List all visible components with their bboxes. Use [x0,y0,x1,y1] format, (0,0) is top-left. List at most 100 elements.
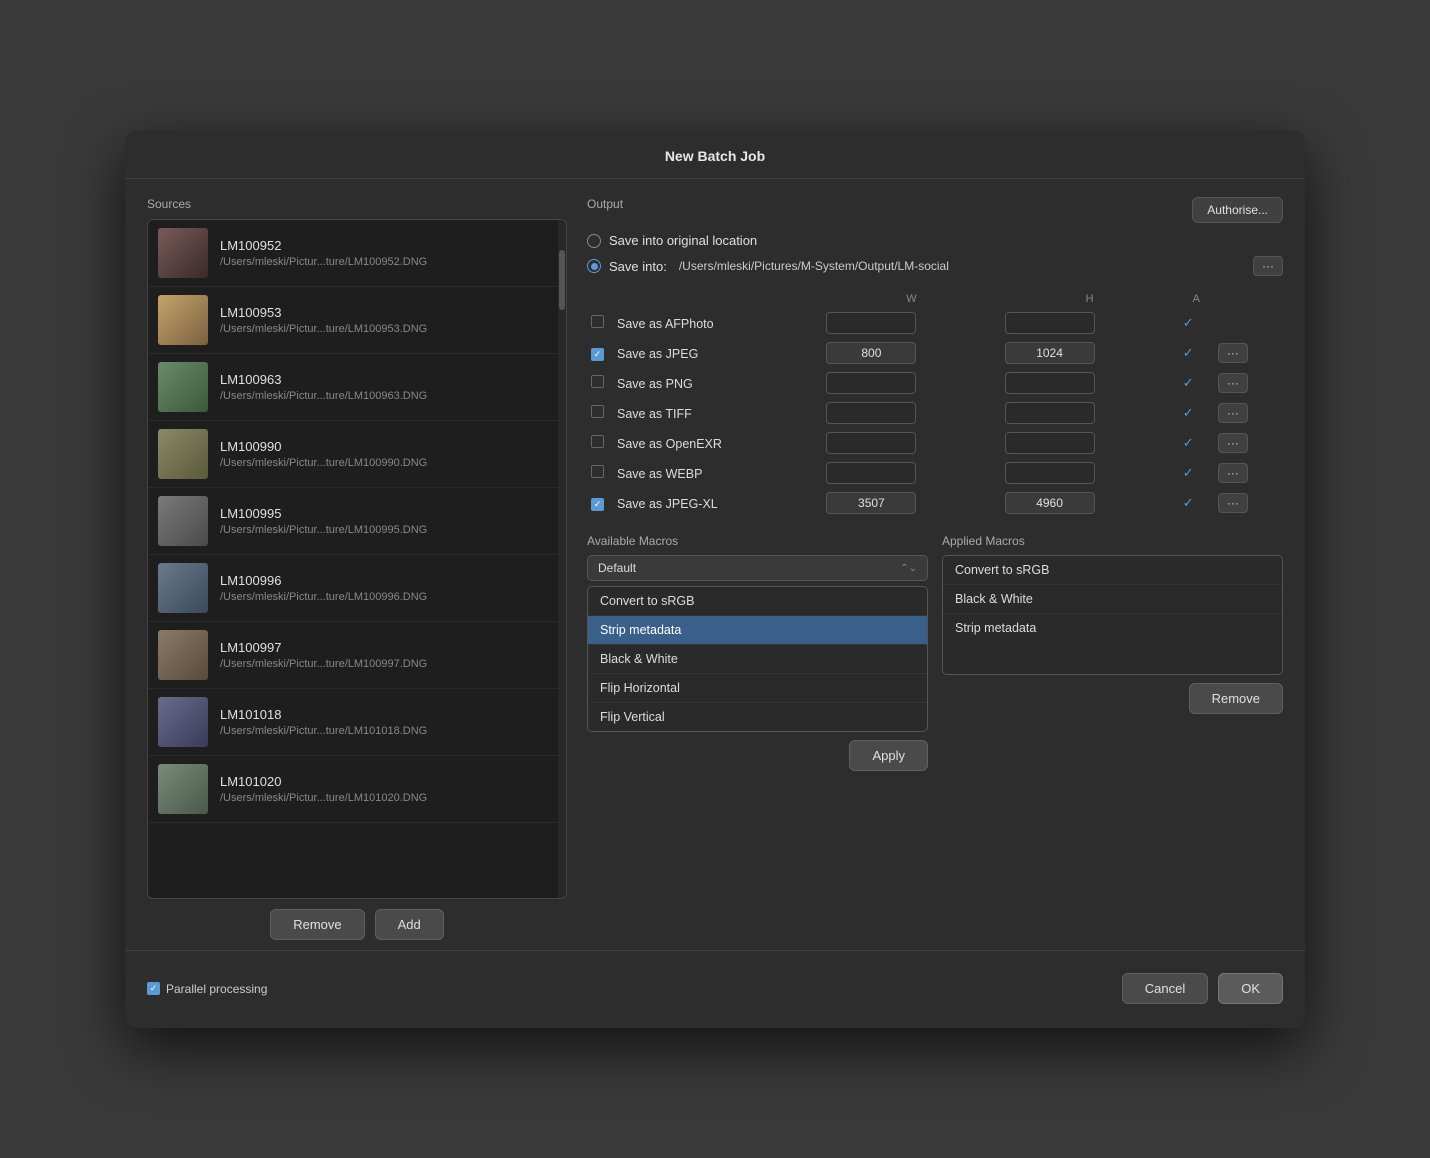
format-options-button[interactable]: ··· [1218,373,1248,393]
source-item[interactable]: LM100952 /Users/mleski/Pictur...ture/LM1… [148,220,566,287]
format-height-input[interactable] [1005,462,1095,484]
source-name: LM100952 [220,238,556,253]
format-width-input[interactable] [826,372,916,394]
source-info: LM100997 /Users/mleski/Pictur...ture/LM1… [220,640,556,670]
source-path: /Users/mleski/Pictur...ture/LM101020.DNG [220,792,556,804]
sources-add-button[interactable]: Add [375,909,444,940]
parallel-processing-checkbox[interactable] [147,982,160,995]
format-checkbox[interactable] [591,348,604,361]
source-path: /Users/mleski/Pictur...ture/LM100953.DNG [220,323,556,335]
source-item[interactable]: LM100996 /Users/mleski/Pictur...ture/LM1… [148,555,566,622]
format-options-button[interactable]: ··· [1218,343,1248,363]
format-width-input[interactable] [826,342,916,364]
save-into-label: Save into: [609,259,667,274]
format-aspect-check[interactable]: ✓ [1183,435,1194,450]
format-checkbox[interactable] [591,498,604,511]
source-item[interactable]: LM100963 /Users/mleski/Pictur...ture/LM1… [148,354,566,421]
format-height-input[interactable] [1005,492,1095,514]
source-info: LM100996 /Users/mleski/Pictur...ture/LM1… [220,573,556,603]
applied-macros-panel: Applied Macros Convert to sRGBBlack & Wh… [942,534,1283,771]
apply-macro-button[interactable]: Apply [849,740,928,771]
format-width-input[interactable] [826,492,916,514]
save-original-radio[interactable] [587,234,601,248]
format-width-input[interactable] [826,432,916,454]
format-options-button[interactable]: ··· [1218,433,1248,453]
sources-list[interactable]: LM100952 /Users/mleski/Pictur...ture/LM1… [147,219,567,899]
available-macro-item[interactable]: Strip metadata [588,616,927,645]
format-height-input[interactable] [1005,342,1095,364]
sources-panel: Sources LM100952 /Users/mleski/Pictur...… [147,197,567,940]
parallel-processing-row[interactable]: Parallel processing [147,982,267,996]
format-aspect-check[interactable]: ✓ [1183,495,1194,510]
format-height-input[interactable] [1005,432,1095,454]
dialog-new-batch-job: New Batch Job Sources LM100952 /Users/ml… [125,130,1305,1028]
format-label: Save as TIFF [612,407,692,421]
format-height-input[interactable] [1005,372,1095,394]
source-item[interactable]: LM101020 /Users/mleski/Pictur...ture/LM1… [148,756,566,823]
save-into-row[interactable]: Save into: /Users/mleski/Pictures/M-Syst… [587,256,1283,276]
cancel-button[interactable]: Cancel [1122,973,1208,1004]
col-w-header: W [822,290,1000,308]
bottom-buttons: Cancel OK [1122,973,1283,1004]
format-aspect-check[interactable]: ✓ [1183,465,1194,480]
format-height-input[interactable] [1005,312,1095,334]
source-name: LM101020 [220,774,556,789]
format-aspect-check[interactable]: ✓ [1183,315,1194,330]
format-options-button[interactable]: ··· [1218,463,1248,483]
source-thumbnail [158,362,208,412]
format-width-input[interactable] [826,402,916,424]
format-options-button[interactable]: ··· [1218,493,1248,513]
source-info: LM100990 /Users/mleski/Pictur...ture/LM1… [220,439,556,469]
format-label: Save as OpenEXR [612,437,722,451]
applied-macro-item[interactable]: Strip metadata [943,614,1282,642]
save-path-button[interactable]: ··· [1253,256,1283,276]
format-aspect-check[interactable]: ✓ [1183,405,1194,420]
available-macro-item[interactable]: Black & White [588,645,927,674]
save-original-row[interactable]: Save into original location [587,233,1283,248]
source-item[interactable]: LM101018 /Users/mleski/Pictur...ture/LM1… [148,689,566,756]
available-macro-item[interactable]: Convert to sRGB [588,587,927,616]
authorise-button[interactable]: Authorise... [1192,197,1283,223]
format-label: Save as AFPhoto [612,317,714,331]
format-label: Save as JPEG-XL [612,497,718,511]
source-path: /Users/mleski/Pictur...ture/LM100952.DNG [220,256,556,268]
col-a-header: A [1179,290,1214,308]
format-checkbox[interactable] [591,405,604,418]
save-location-group: Save into original location Save into: /… [587,233,1283,276]
format-width-input[interactable] [826,312,916,334]
chevron-down-icon: ⌃⌄ [900,563,917,574]
save-path-text: /Users/mleski/Pictures/M-System/Output/L… [679,259,1245,273]
macros-dropdown[interactable]: Default ⌃⌄ [587,555,928,581]
format-label: Save as WEBP [612,467,702,481]
output-panel: Output Authorise... Save into original l… [587,197,1283,940]
available-macro-item[interactable]: Flip Vertical [588,703,927,731]
format-checkbox[interactable] [591,465,604,478]
available-macro-item[interactable]: Flip Horizontal [588,674,927,703]
format-options-button[interactable]: ··· [1218,403,1248,423]
format-row: Save as WEBP ✓ ··· [587,458,1283,488]
applied-macro-item[interactable]: Black & White [943,585,1282,614]
source-item[interactable]: LM100995 /Users/mleski/Pictur...ture/LM1… [148,488,566,555]
format-checkbox[interactable] [591,315,604,328]
sources-remove-button[interactable]: Remove [270,909,364,940]
source-name: LM100995 [220,506,556,521]
source-info: LM101020 /Users/mleski/Pictur...ture/LM1… [220,774,556,804]
remove-macro-button[interactable]: Remove [1189,683,1283,714]
source-item[interactable]: LM100990 /Users/mleski/Pictur...ture/LM1… [148,421,566,488]
format-width-input[interactable] [826,462,916,484]
source-info: LM100953 /Users/mleski/Pictur...ture/LM1… [220,305,556,335]
format-height-input[interactable] [1005,402,1095,424]
format-row: Save as JPEG-XL ✓ ··· [587,488,1283,518]
source-item[interactable]: LM100997 /Users/mleski/Pictur...ture/LM1… [148,622,566,689]
format-aspect-check[interactable]: ✓ [1183,375,1194,390]
save-into-radio[interactable] [587,259,601,273]
format-checkbox[interactable] [591,435,604,448]
macros-dropdown-text: Default [598,561,636,575]
source-item[interactable]: LM100953 /Users/mleski/Pictur...ture/LM1… [148,287,566,354]
format-aspect-check[interactable]: ✓ [1183,345,1194,360]
ok-button[interactable]: OK [1218,973,1283,1004]
applied-macro-item[interactable]: Convert to sRGB [943,556,1282,585]
source-info: LM101018 /Users/mleski/Pictur...ture/LM1… [220,707,556,737]
available-macros-label: Available Macros [587,534,928,548]
format-checkbox[interactable] [591,375,604,388]
